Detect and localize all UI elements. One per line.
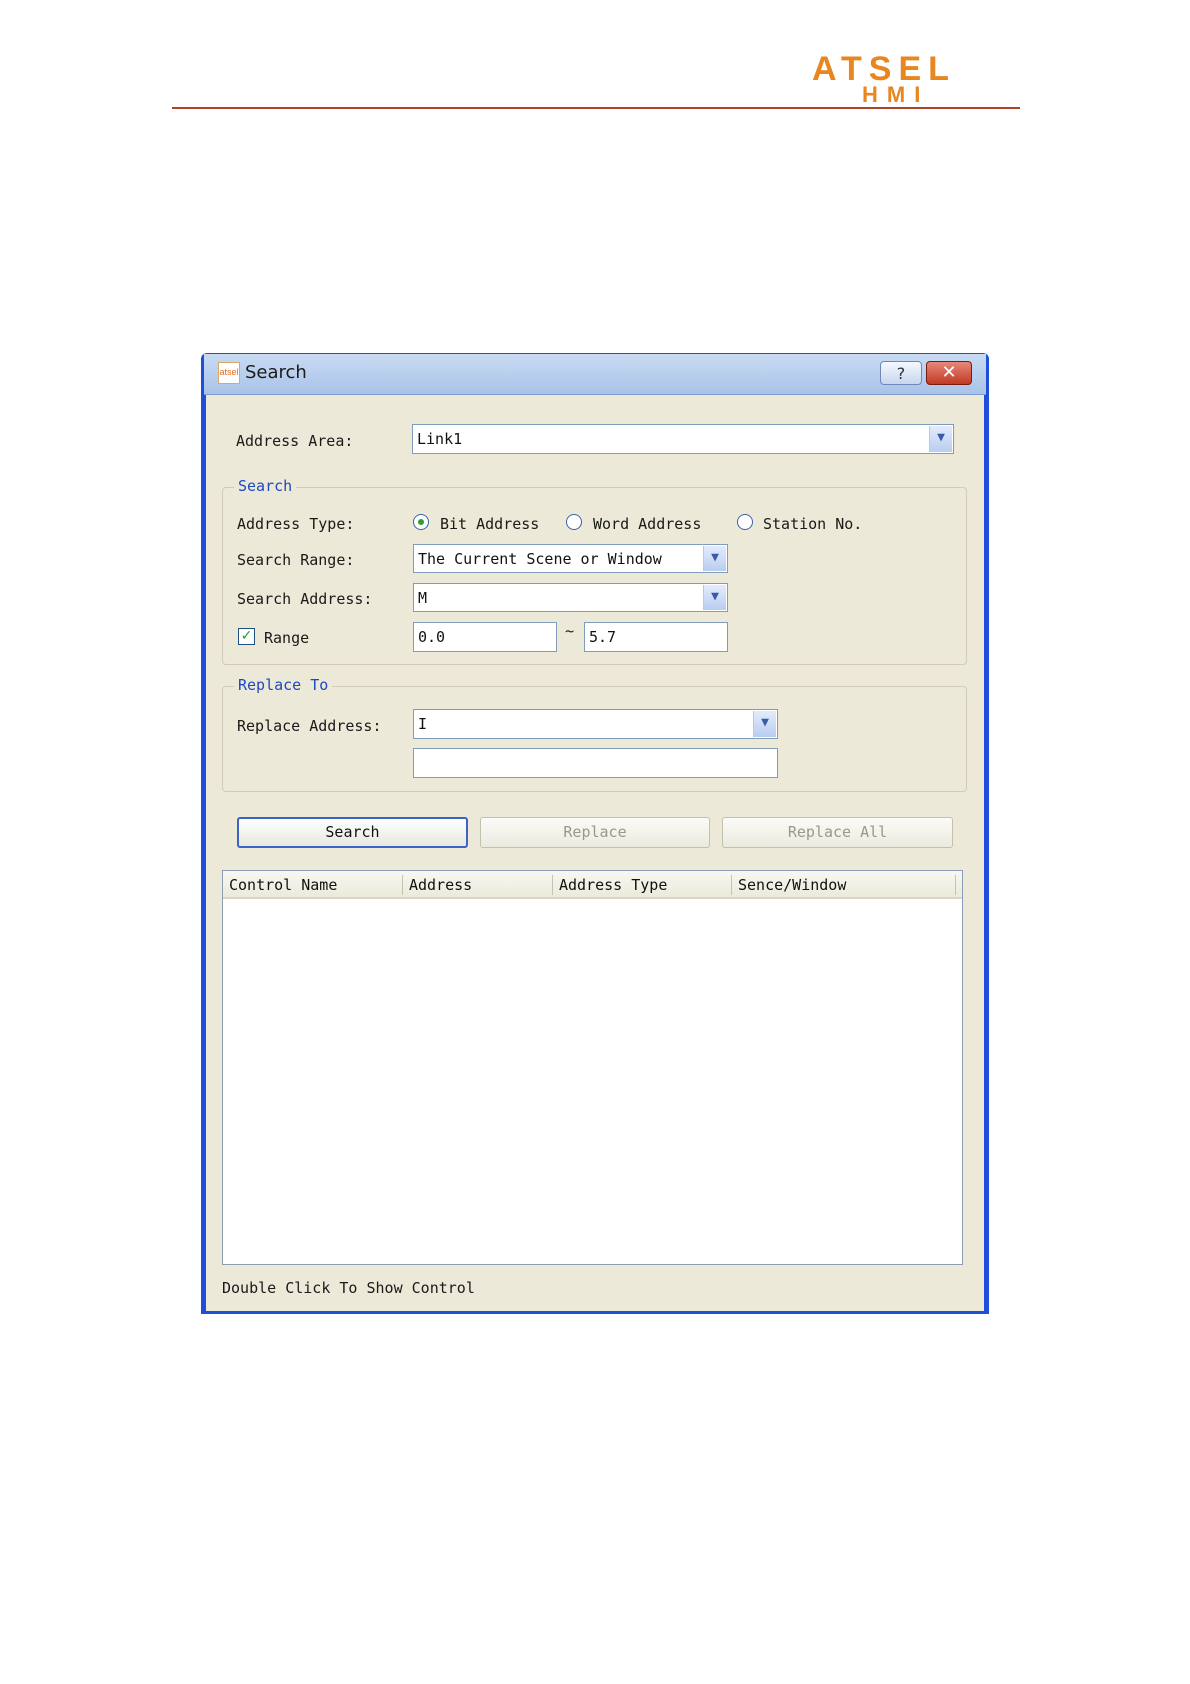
radio-word-address-label[interactable]: Word Address xyxy=(593,515,701,533)
radio-selected-dot xyxy=(418,519,424,525)
column-divider[interactable] xyxy=(402,875,403,895)
range-from-value: 0.0 xyxy=(418,628,446,646)
column-divider[interactable] xyxy=(552,875,553,895)
range-separator: ~ xyxy=(565,622,575,640)
replace-address-select[interactable]: I ▼ xyxy=(413,709,778,739)
close-button[interactable]: ✕ xyxy=(926,361,972,385)
replace-address-label: Replace Address: xyxy=(237,717,382,735)
address-area-value: Link1 xyxy=(417,430,463,448)
results-list[interactable] xyxy=(222,870,963,1265)
brand-logo-top: ATSEL xyxy=(812,50,956,88)
search-range-label: Search Range: xyxy=(237,551,355,569)
radio-bit-address-label[interactable]: Bit Address xyxy=(440,515,539,533)
range-from-input[interactable]: 0.0 xyxy=(413,622,557,652)
address-type-label: Address Type: xyxy=(237,515,355,533)
search-button[interactable]: Search xyxy=(237,817,468,848)
range-to-value: 5.7 xyxy=(589,628,617,646)
results-list-header: Control Name Address Address Type Sence/… xyxy=(223,871,962,899)
column-header-address-type[interactable]: Address Type xyxy=(559,876,667,894)
dialog-titlebar[interactable] xyxy=(204,354,986,395)
brand-logo-bottom: HMI xyxy=(862,82,930,107)
checkmark-icon: ✓ xyxy=(240,628,253,644)
search-address-label: Search Address: xyxy=(237,590,373,608)
app-logo-icon: atsel xyxy=(218,362,240,384)
help-button[interactable]: ? xyxy=(880,361,922,385)
replace-group-title: Replace To xyxy=(234,676,333,694)
search-group-title: Search xyxy=(234,477,297,495)
search-address-select[interactable]: M ▼ xyxy=(413,583,728,612)
radio-station-no-label[interactable]: Station No. xyxy=(763,515,862,533)
header-divider xyxy=(172,107,1020,109)
replace-value-input[interactable] xyxy=(413,748,778,778)
address-area-select[interactable]: Link1 ▼ xyxy=(412,424,954,454)
radio-bit-address[interactable] xyxy=(413,514,429,530)
footer-hint: Double Click To Show Control xyxy=(222,1279,475,1297)
column-divider[interactable] xyxy=(731,875,732,895)
chevron-down-icon[interactable]: ▼ xyxy=(929,426,952,452)
column-header-sence-window[interactable]: Sence/Window xyxy=(738,876,846,894)
search-range-select[interactable]: The Current Scene or Window ▼ xyxy=(413,544,728,573)
chevron-down-icon[interactable]: ▼ xyxy=(703,585,726,610)
radio-station-no[interactable] xyxy=(737,514,753,530)
column-header-address[interactable]: Address xyxy=(409,876,472,894)
replace-address-value: I xyxy=(418,715,428,733)
chevron-down-icon[interactable]: ▼ xyxy=(703,546,726,571)
range-checkbox[interactable]: ✓ xyxy=(238,628,255,645)
replace-button[interactable]: Replace xyxy=(480,817,710,848)
range-label[interactable]: Range xyxy=(264,629,309,647)
range-to-input[interactable]: 5.7 xyxy=(584,622,728,652)
dialog-title: Search xyxy=(245,362,307,383)
chevron-down-icon[interactable]: ▼ xyxy=(753,711,776,737)
search-address-value: M xyxy=(418,589,428,607)
search-range-value: The Current Scene or Window xyxy=(418,550,662,568)
radio-word-address[interactable] xyxy=(566,514,582,530)
column-header-control-name[interactable]: Control Name xyxy=(229,876,337,894)
replace-all-button[interactable]: Replace All xyxy=(722,817,953,848)
address-area-label: Address Area: xyxy=(236,432,354,450)
column-divider[interactable] xyxy=(955,875,956,895)
